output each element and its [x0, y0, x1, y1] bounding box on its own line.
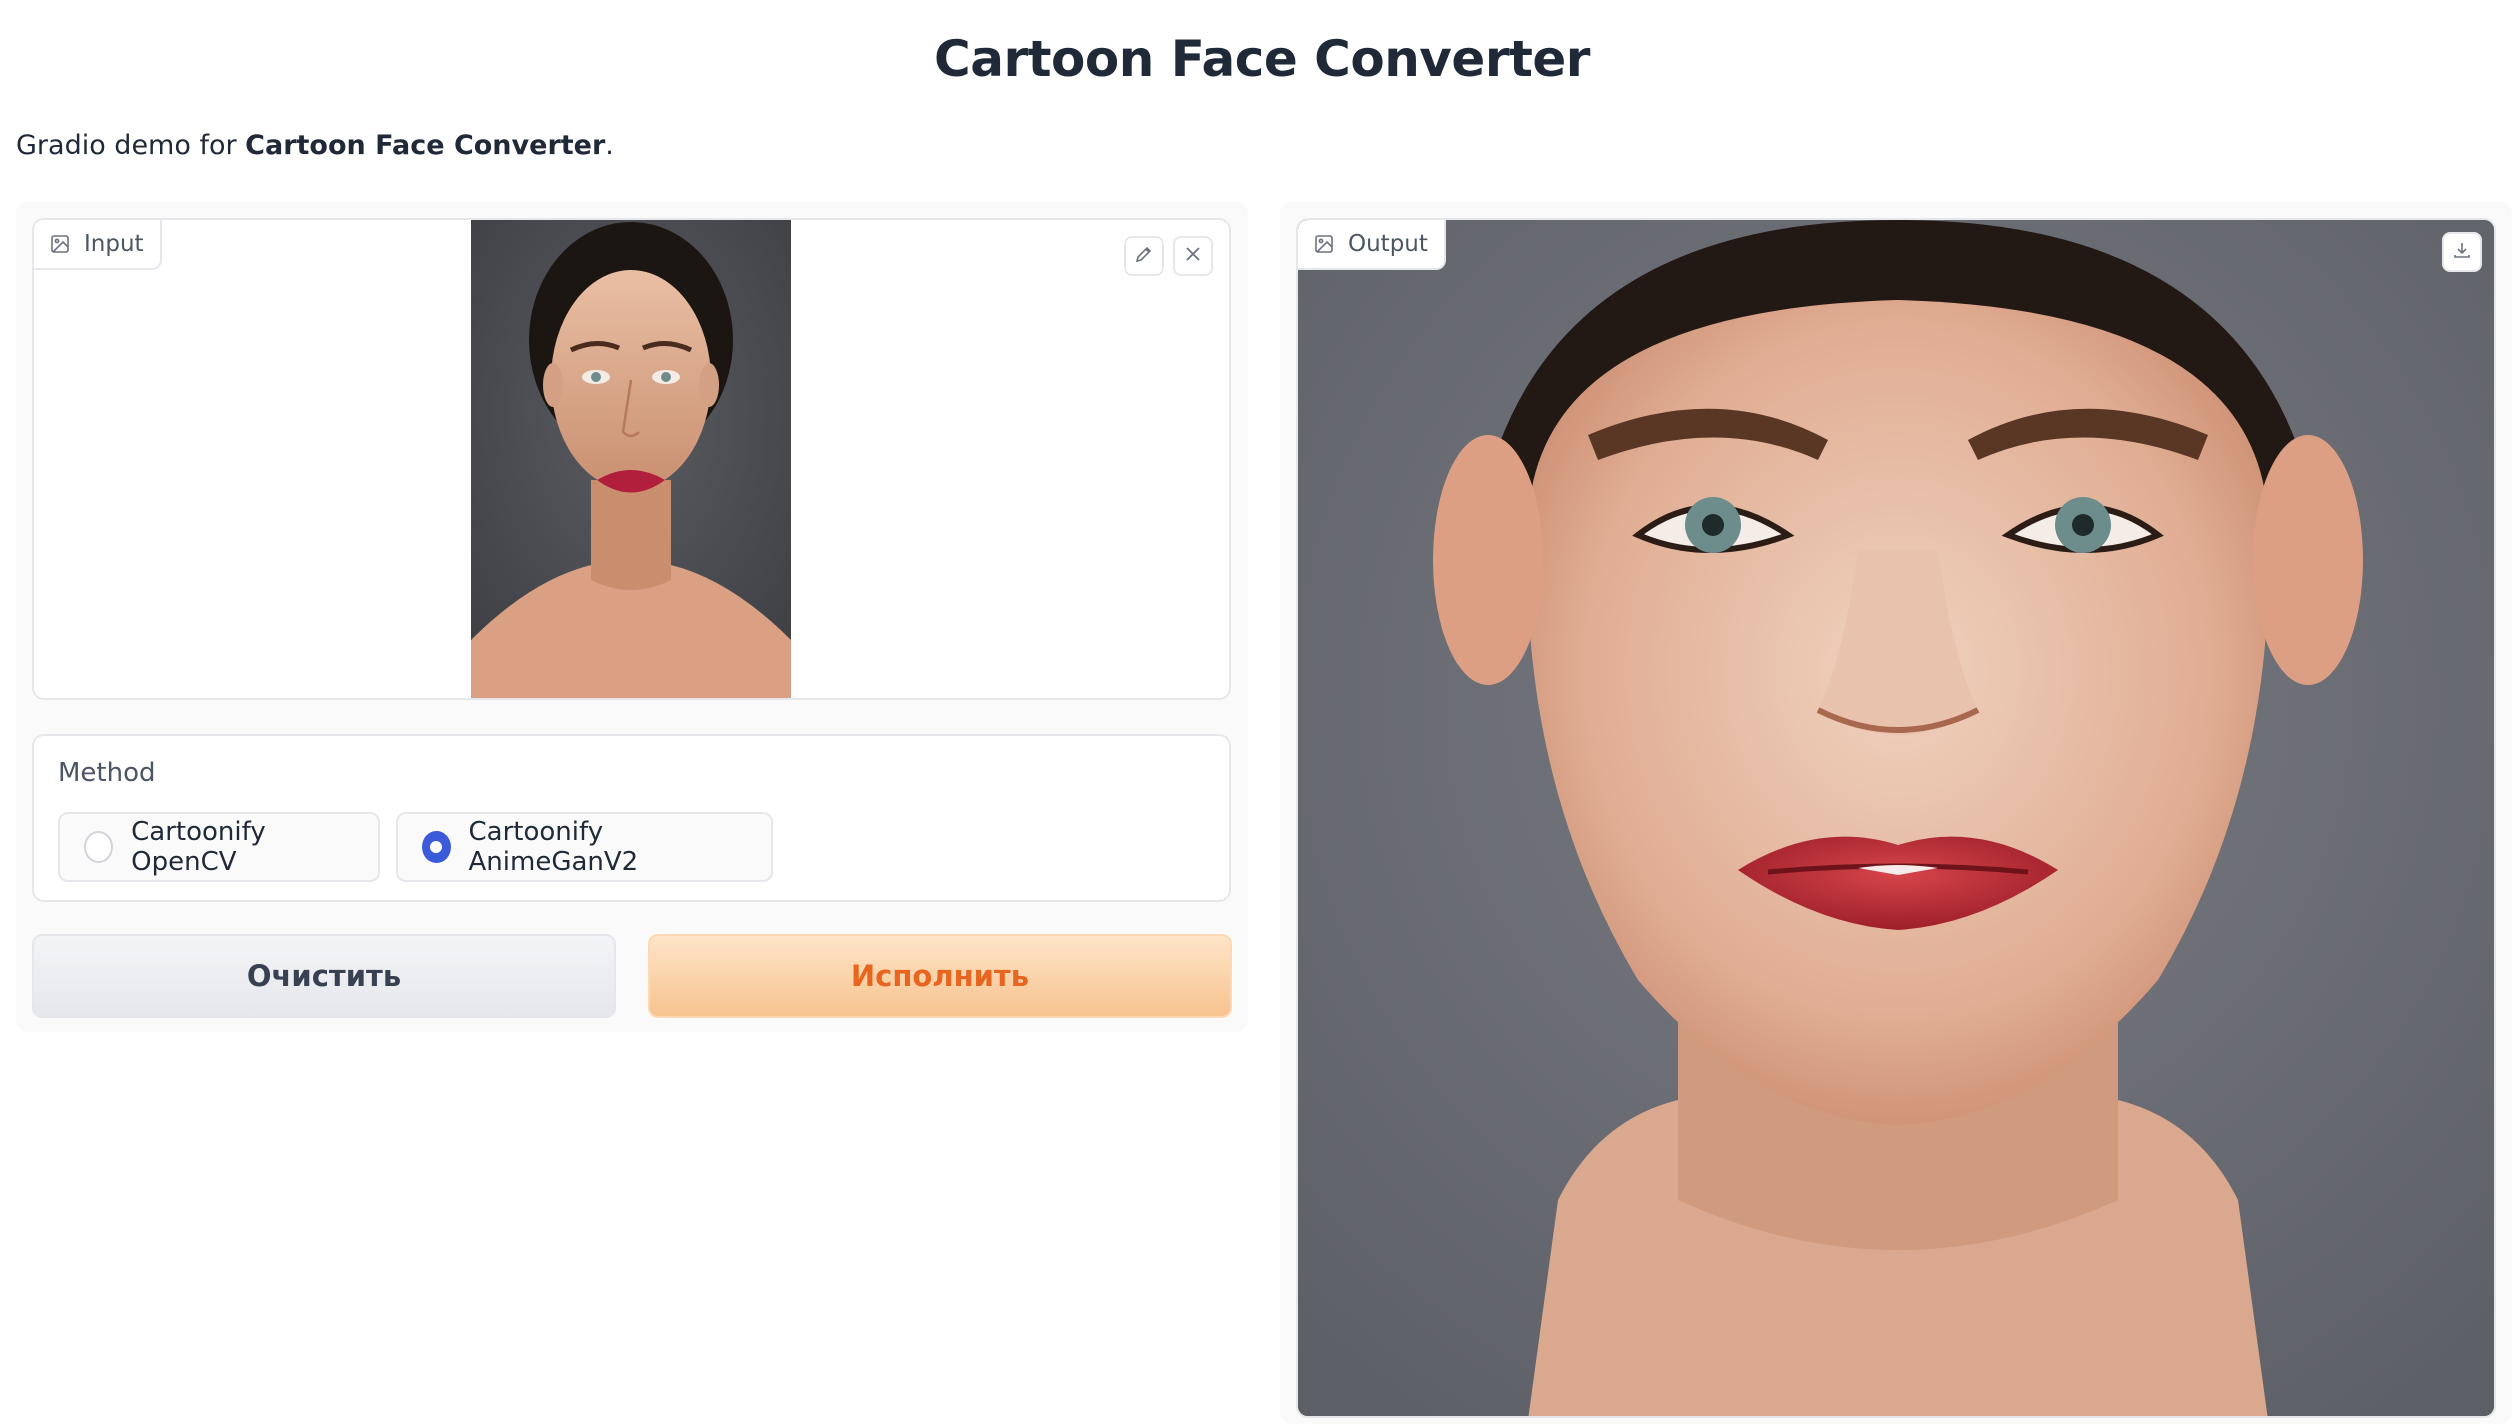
method-label: Method — [58, 758, 156, 788]
download-icon — [2452, 240, 2472, 264]
download-button[interactable] — [2442, 232, 2482, 272]
radio-option-animegan[interactable]: Cartoonify AnimeGanV2 — [396, 812, 773, 882]
description-suffix: . — [605, 130, 614, 161]
output-label: Output — [1298, 220, 1446, 270]
image-icon — [50, 234, 70, 254]
input-image-block[interactable]: Input — [32, 218, 1231, 700]
radio-button-unchecked[interactable] — [84, 831, 114, 863]
edit-button[interactable] — [1124, 236, 1164, 276]
radio-button-checked[interactable] — [422, 831, 451, 863]
input-toolbar — [1124, 236, 1213, 276]
input-label-text: Input — [84, 231, 144, 257]
close-icon — [1183, 244, 1203, 268]
output-label-text: Output — [1348, 231, 1428, 257]
radio-option-opencv[interactable]: Cartoonify OpenCV — [58, 812, 380, 882]
page-title: Cartoon Face Converter — [934, 30, 1590, 88]
page-description: Gradio demo for Cartoon Face Converter. — [16, 130, 614, 161]
radio-label-animegan: Cartoonify AnimeGanV2 — [468, 817, 639, 877]
radio-label-opencv: Cartoonify OpenCV — [131, 817, 266, 877]
pencil-icon — [1134, 244, 1154, 268]
description-prefix: Gradio demo for — [16, 130, 246, 161]
clear-image-button[interactable] — [1173, 236, 1213, 276]
output-image-block: Output — [1296, 218, 2496, 1418]
clear-button[interactable]: Очистить — [32, 934, 616, 1018]
input-label: Input — [34, 220, 162, 270]
input-photo — [471, 220, 791, 698]
image-icon — [1314, 234, 1334, 254]
page: Cartoon Face Converter Gradio demo for C… — [0, 0, 2512, 1424]
run-button[interactable]: Исполнить — [648, 934, 1232, 1018]
description-bold: Cartoon Face Converter — [245, 130, 606, 161]
method-radio-group: Method Cartoonify OpenCV Cartoonify Anim… — [32, 734, 1231, 902]
input-panel: Input Method Cartoonify OpenCV Cartoonif… — [16, 202, 1248, 1032]
output-photo — [1298, 220, 2494, 1416]
output-panel: Output — [1280, 202, 2512, 1424]
